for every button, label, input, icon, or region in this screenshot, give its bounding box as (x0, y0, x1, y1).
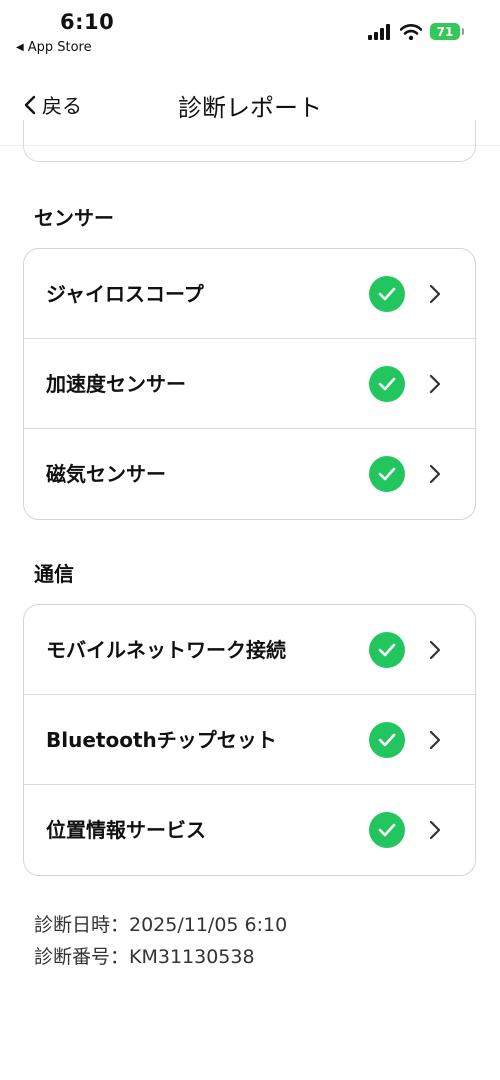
item-label: ジャイロスコープ (46, 282, 204, 306)
communication-card: モバイルネットワーク接続 Bluetoothチップセット 位置情報サービス (23, 604, 476, 876)
check-icon (369, 812, 405, 848)
check-icon (369, 276, 405, 312)
item-label: モバイルネットワーク接続 (46, 638, 286, 662)
list-item[interactable]: 位置情報サービス (24, 785, 475, 875)
list-item[interactable]: 加速度センサー (24, 339, 475, 429)
diagnosis-datetime: 診断日時：2025/11/05 6:10 (34, 914, 288, 936)
list-item[interactable]: ジャイロスコープ (24, 249, 475, 339)
diagnosis-number: 診断番号：KM31130538 (34, 946, 255, 968)
back-triangle-icon: ◀ (16, 42, 24, 53)
chevron-right-icon (429, 464, 441, 484)
chevron-right-icon (429, 820, 441, 840)
status-icons: 71 (368, 23, 464, 40)
item-label: Bluetoothチップセット (46, 728, 277, 752)
battery-level: 71 (436, 24, 454, 39)
item-label: 磁気センサー (46, 462, 166, 486)
item-label: 位置情報サービス (46, 818, 206, 842)
back-to-app-store[interactable]: ◀ App Store (16, 40, 92, 55)
list-item[interactable]: モバイルネットワーク接続 (24, 605, 475, 695)
check-icon (369, 632, 405, 668)
page-title: 診断レポート (178, 94, 322, 122)
battery-icon: 71 (430, 23, 464, 40)
chevron-right-icon (429, 730, 441, 750)
wifi-icon (400, 23, 422, 40)
item-label: 加速度センサー (46, 372, 186, 396)
check-icon (369, 366, 405, 402)
status-bar: 6:10 ◀ App Store 71 (0, 0, 500, 62)
section-title-communication: 通信 (34, 562, 74, 586)
check-icon (369, 722, 405, 758)
chevron-right-icon (429, 374, 441, 394)
previous-card-bottom (23, 120, 476, 162)
section-title-sensors: センサー (34, 206, 114, 230)
check-icon (369, 456, 405, 492)
status-time: 6:10 (60, 10, 115, 34)
chevron-right-icon (429, 640, 441, 660)
list-item[interactable]: 磁気センサー (24, 429, 475, 519)
back-app-label: App Store (27, 40, 92, 55)
chevron-right-icon (429, 284, 441, 304)
signal-icon (368, 23, 390, 40)
list-item[interactable]: Bluetoothチップセット (24, 695, 475, 785)
sensors-card: ジャイロスコープ 加速度センサー 磁気センサー (23, 248, 476, 520)
